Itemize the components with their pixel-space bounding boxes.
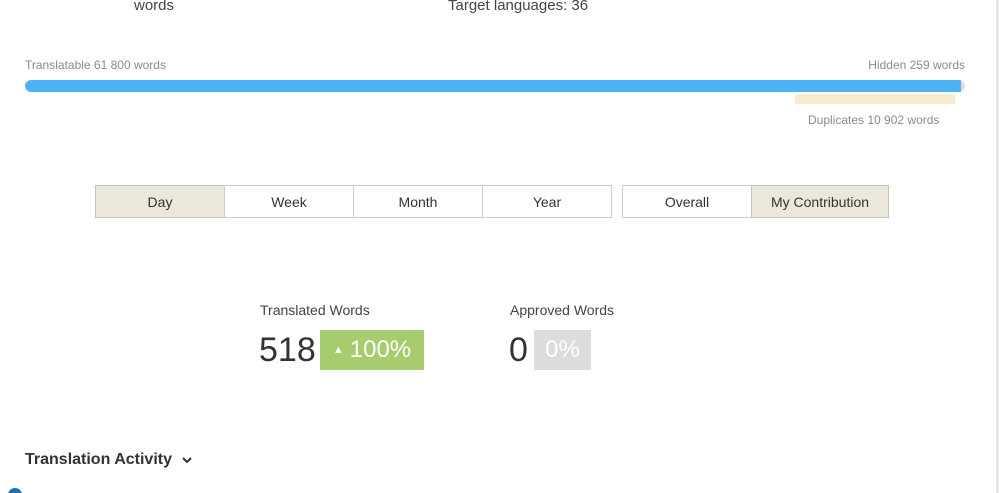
approved-words-value: 0 <box>509 331 528 369</box>
duplicates-words-label: Duplicates 10 902 words <box>808 113 940 127</box>
words-progress-bar <box>25 80 965 92</box>
translated-words-change-badge: ▲ 100% <box>320 330 424 370</box>
tab-year[interactable]: Year <box>482 185 612 218</box>
triangle-up-icon: ▲ <box>332 344 344 356</box>
translation-activity-toggle[interactable]: Translation Activity <box>25 451 194 469</box>
approved-words-change: 0% <box>545 336 580 363</box>
tab-month[interactable]: Month <box>353 185 483 218</box>
tab-week[interactable]: Week <box>224 185 354 218</box>
translated-words-value: 518 <box>259 331 316 369</box>
tab-day[interactable]: Day <box>95 185 225 218</box>
approved-words-change-badge: 0% <box>534 330 591 370</box>
translated-words-change: 100% <box>349 336 412 363</box>
approved-words-label: Approved Words <box>510 302 615 318</box>
tab-overall[interactable]: Overall <box>622 185 752 218</box>
chevron-down-icon <box>182 457 192 464</box>
target-languages-label: Target languages: 36 <box>448 0 589 14</box>
hidden-words-label: Hidden 259 words <box>868 58 965 72</box>
section-title: Translation Activity <box>25 451 172 468</box>
avatar <box>8 488 22 493</box>
translatable-words-label: Translatable 61 800 words <box>25 58 166 72</box>
period-selector: Day Week Month Year <box>95 185 612 218</box>
translatable-progress-fill <box>25 80 962 92</box>
translated-words-label: Translated Words <box>260 302 370 318</box>
words-label: words <box>134 0 175 14</box>
duplicates-bar <box>795 94 955 104</box>
tab-my-contribution[interactable]: My Contribution <box>751 185 889 218</box>
scope-selector: Overall My Contribution <box>622 185 889 218</box>
